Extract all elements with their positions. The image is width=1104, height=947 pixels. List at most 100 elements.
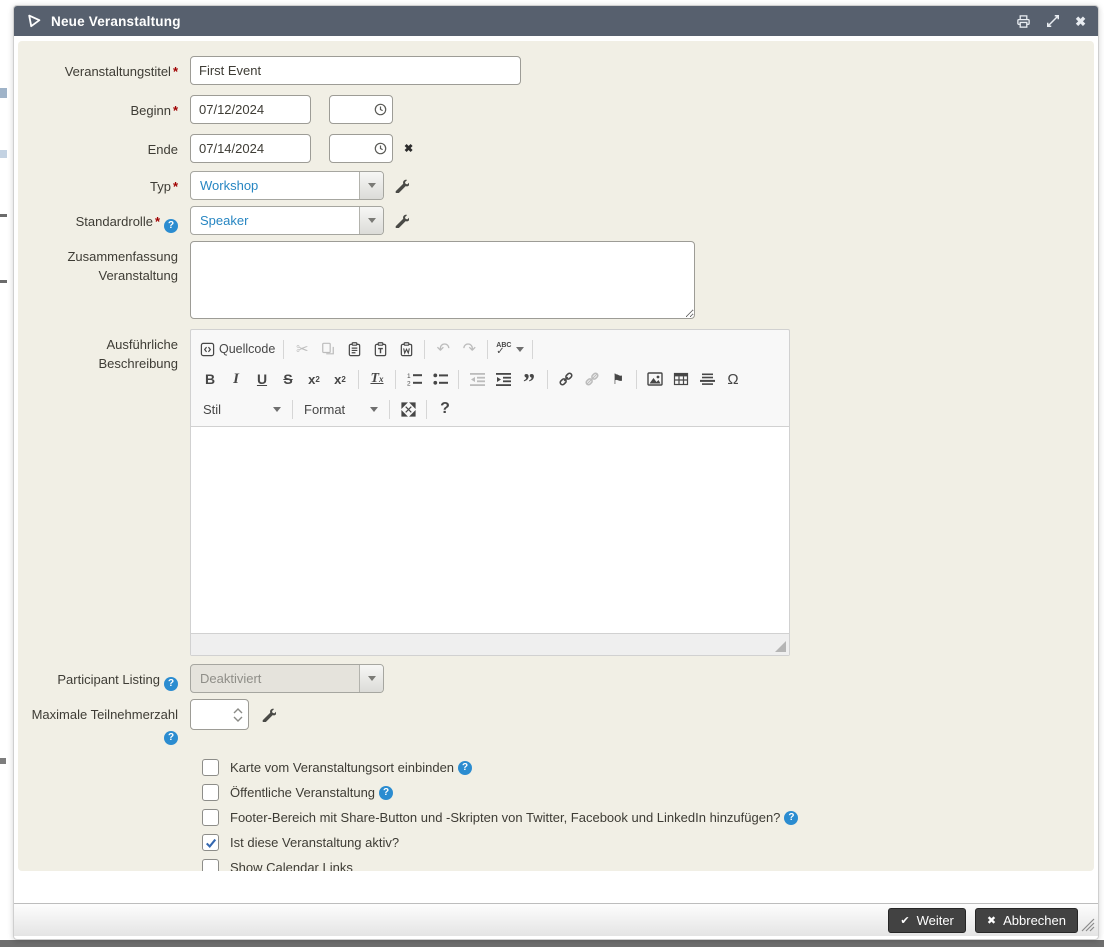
editor-resize-handle[interactable] xyxy=(775,641,786,652)
chevron-down-icon xyxy=(359,665,383,692)
image-button[interactable] xyxy=(642,366,668,392)
dialog-footer: ✔ Weiter ✖ Abbrechen xyxy=(14,903,1098,936)
subscript-button[interactable]: x2 xyxy=(301,366,327,392)
remove-format-button[interactable]: Tx xyxy=(364,366,390,392)
default-role-value: Speaker xyxy=(191,213,359,228)
dialog-titlebar[interactable]: Neue Veranstaltung ✖ xyxy=(14,6,1098,36)
clear-end-time-icon[interactable]: ✖ xyxy=(404,142,413,155)
description-label: Ausführliche Beschreibung xyxy=(18,329,190,374)
stepper-arrows[interactable] xyxy=(228,700,248,729)
help-icon[interactable]: ? xyxy=(784,811,798,825)
default-role-label: Standardrolle*? xyxy=(18,206,190,233)
horizontal-rule-button[interactable] xyxy=(694,366,720,392)
help-icon[interactable]: ? xyxy=(379,786,393,800)
help-icon[interactable]: ? xyxy=(458,761,472,775)
event-form-panel: Veranstaltungstitel* Beginn* Ende xyxy=(18,41,1094,871)
redo-icon[interactable]: ↷ xyxy=(456,336,482,362)
maximize-button[interactable] xyxy=(395,396,421,422)
paste-plain-text-icon[interactable] xyxy=(367,336,393,362)
required-marker: * xyxy=(155,214,160,229)
paste-icon[interactable] xyxy=(341,336,367,362)
begin-label: Beginn* xyxy=(18,95,190,121)
is-active-checkbox[interactable] xyxy=(202,834,219,851)
checkbox-label: Ist diese Veranstaltung aktiv? xyxy=(230,835,399,850)
help-icon[interactable]: ? xyxy=(164,219,178,233)
help-icon[interactable]: ? xyxy=(164,677,178,691)
print-icon[interactable] xyxy=(1016,14,1031,29)
clock-icon xyxy=(374,142,387,155)
editor-toolbar: Quellcode ✂ xyxy=(191,330,789,427)
public-event-checkbox[interactable] xyxy=(202,784,219,801)
svg-text:1: 1 xyxy=(407,373,411,380)
source-button[interactable]: Quellcode xyxy=(197,336,278,362)
page-bottom-bar xyxy=(0,940,1104,947)
begin-date-input[interactable] xyxy=(190,95,311,124)
chevron-down-icon xyxy=(359,172,383,199)
checkbox-label: Öffentliche Veranstaltung xyxy=(230,785,375,800)
summary-label: Zusammenfassung Veranstaltung xyxy=(18,241,190,286)
expand-icon[interactable] xyxy=(1046,14,1060,28)
dialog-resize-handle[interactable] xyxy=(1081,918,1095,935)
anchor-button[interactable]: ⚑ xyxy=(605,366,631,392)
numbered-list-button[interactable]: 12 xyxy=(401,366,427,392)
checkbox-row: Footer-Bereich mit Share-Button und -Skr… xyxy=(202,809,1094,826)
chevron-down-icon xyxy=(273,407,281,412)
checkbox-label: Show Calendar Links xyxy=(230,860,353,871)
strikethrough-button[interactable]: S xyxy=(275,366,301,392)
table-button[interactable] xyxy=(668,366,694,392)
cancel-button[interactable]: ✖ Abbrechen xyxy=(975,908,1078,933)
event-title-input[interactable] xyxy=(190,56,521,85)
help-icon[interactable]: ? xyxy=(164,731,178,745)
format-combo[interactable]: Format xyxy=(298,397,384,421)
map-checkbox[interactable] xyxy=(202,759,219,776)
social-share-checkbox[interactable] xyxy=(202,809,219,826)
blockquote-button[interactable]: ” xyxy=(516,366,542,392)
bulleted-list-button[interactable] xyxy=(427,366,453,392)
required-marker: * xyxy=(173,64,178,79)
edit-options-wrench-icon[interactable] xyxy=(262,708,276,722)
styles-combo[interactable]: Stil xyxy=(197,397,287,421)
event-type-value: Workshop xyxy=(191,178,359,193)
required-marker: * xyxy=(173,103,178,118)
italic-button[interactable]: I xyxy=(223,366,249,392)
type-label: Typ* xyxy=(18,171,190,197)
chevron-down-icon xyxy=(359,207,383,234)
description-editing-area[interactable] xyxy=(191,427,789,633)
checkbox-row: Öffentliche Veranstaltung ? xyxy=(202,784,1094,801)
editor-help-button[interactable]: ? xyxy=(432,396,458,422)
event-icon xyxy=(26,13,42,29)
spell-check-icon[interactable]: ABC ✓ xyxy=(493,336,527,362)
max-participants-label: Maximale Teilnehmerzahl ? xyxy=(18,699,190,745)
max-participants-stepper[interactable] xyxy=(190,699,249,730)
cross-icon: ✖ xyxy=(987,914,996,927)
underline-button[interactable]: U xyxy=(249,366,275,392)
show-calendar-links-checkbox[interactable] xyxy=(202,859,219,871)
participant-listing-select[interactable]: Deaktiviert xyxy=(190,664,384,693)
bold-button[interactable]: B xyxy=(197,366,223,392)
checkbox-label: Karte vom Veranstaltungsort einbinden xyxy=(230,760,454,775)
checkbox-row: Show Calendar Links xyxy=(202,859,1094,871)
max-participants-input[interactable] xyxy=(191,700,228,729)
copy-icon[interactable] xyxy=(315,336,341,362)
checkbox-row: Karte vom Veranstaltungsort einbinden ? xyxy=(202,759,1094,776)
default-role-select[interactable]: Speaker xyxy=(190,206,384,235)
next-button[interactable]: ✔ Weiter xyxy=(888,908,966,933)
link-button[interactable] xyxy=(553,366,579,392)
edit-options-wrench-icon[interactable] xyxy=(395,179,409,193)
unlink-button[interactable] xyxy=(579,366,605,392)
increase-indent-button[interactable] xyxy=(490,366,516,392)
edit-options-wrench-icon[interactable] xyxy=(395,214,409,228)
decrease-indent-button[interactable] xyxy=(464,366,490,392)
chevron-down-icon xyxy=(370,407,378,412)
superscript-button[interactable]: x2 xyxy=(327,366,353,392)
close-icon[interactable]: ✖ xyxy=(1075,15,1086,28)
paste-from-word-icon[interactable] xyxy=(393,336,419,362)
check-icon: ✔ xyxy=(900,914,909,927)
special-character-button[interactable]: Ω xyxy=(720,366,746,392)
event-type-select[interactable]: Workshop xyxy=(190,171,384,200)
summary-textarea[interactable] xyxy=(190,241,695,319)
undo-icon[interactable]: ↶ xyxy=(430,336,456,362)
end-date-input[interactable] xyxy=(190,134,311,163)
cut-icon[interactable]: ✂ xyxy=(289,336,315,362)
clock-icon xyxy=(374,103,387,116)
